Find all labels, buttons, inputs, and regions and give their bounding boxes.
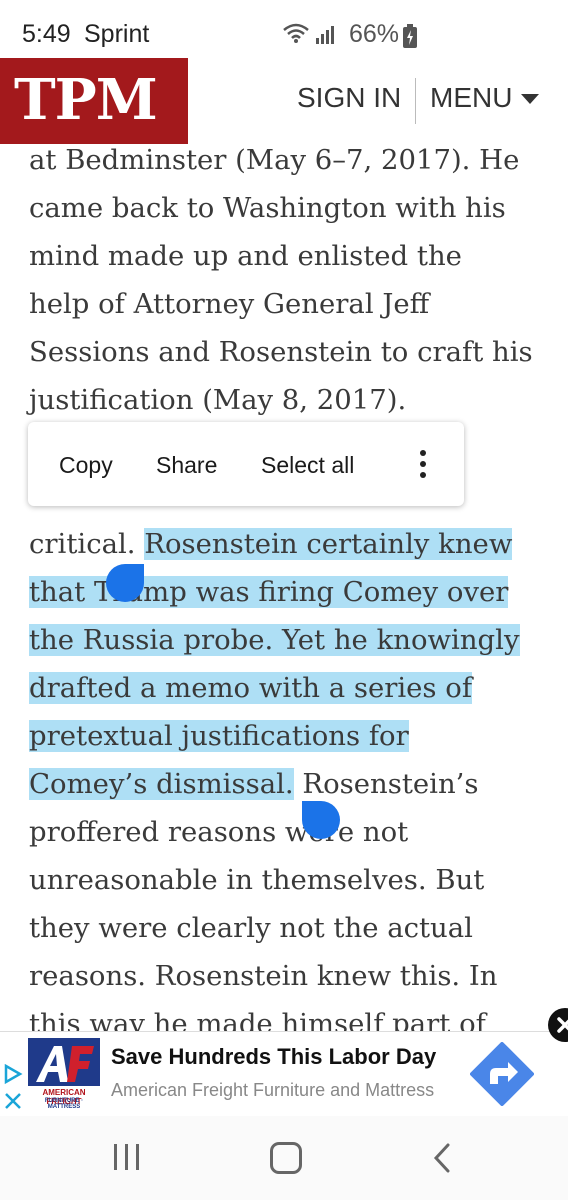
article-line: at Bedminster (May 6–7, 2017). He xyxy=(29,144,520,176)
article-line: Sessions and Rosenstein to craft his xyxy=(29,336,533,368)
arrow-cta-icon[interactable] xyxy=(470,1042,534,1106)
article-line: this way he made himself part of xyxy=(29,1008,486,1032)
screen: 5:49 Sprint 66% TPM SIGN IN MENU at Bedm… xyxy=(0,0,568,1200)
selected-text[interactable]: drafted a memo with a series of xyxy=(29,672,473,704)
selection-start-handle[interactable] xyxy=(106,564,144,602)
share-button[interactable]: Share xyxy=(156,452,217,479)
selected-text[interactable]: pretextual justifications for xyxy=(29,720,409,752)
selected-text[interactable]: that Trump was firing Comey over xyxy=(29,576,509,608)
article-line: drafted a memo with a series of xyxy=(29,664,473,712)
article-line: the Russia probe. Yet he knowingly xyxy=(29,616,520,664)
article-line: mind made up and enlisted the xyxy=(29,240,462,272)
battery-charging-icon xyxy=(403,24,417,48)
status-time: 5:49 xyxy=(22,20,71,48)
more-vertical-icon[interactable] xyxy=(418,450,428,480)
ad-banner[interactable]: AMERICAN FREIGHT FURNITURE · MATTRESS Sa… xyxy=(0,1031,568,1117)
text-selection-menu: Copy Share Select all xyxy=(28,422,464,506)
selection-end-handle[interactable] xyxy=(302,801,340,839)
article-line: unreasonable in themselves. But xyxy=(29,864,485,896)
status-bar: 5:49 Sprint 66% xyxy=(0,0,568,62)
selected-text[interactable]: Rosenstein certainly knew xyxy=(144,528,513,560)
article-line: critical. Rosenstein certainly knew xyxy=(29,520,513,568)
article-line: that Trump was firing Comey over xyxy=(29,568,509,616)
status-carrier: Sprint xyxy=(84,20,150,48)
signal-icon xyxy=(316,26,334,44)
copy-button[interactable]: Copy xyxy=(59,452,113,479)
ad-advertiser[interactable]: American Freight Furniture and Mattress xyxy=(111,1080,434,1101)
navigation-bar xyxy=(0,1116,568,1200)
back-icon[interactable] xyxy=(432,1142,454,1174)
article-line: reasons. Rosenstein knew this. In xyxy=(29,960,498,992)
site-header: TPM SIGN IN MENU xyxy=(0,58,568,144)
recent-apps-icon[interactable] xyxy=(112,1144,142,1170)
caret-down-icon[interactable] xyxy=(521,94,539,104)
article-body: at Bedminster (May 6–7, 2017). He came b… xyxy=(0,136,568,1032)
wifi-icon xyxy=(283,23,309,43)
article-line: justification (May 8, 2017). xyxy=(29,384,407,416)
article-text: critical. xyxy=(29,528,136,560)
select-all-button[interactable]: Select all xyxy=(261,452,354,479)
article-text: Rosenstein’s xyxy=(302,768,479,800)
article-line: came back to Washington with his xyxy=(29,192,506,224)
header-divider xyxy=(415,78,416,124)
ad-headline[interactable]: Save Hundreds This Labor Day xyxy=(111,1044,436,1070)
close-ad-icon[interactable] xyxy=(548,1008,568,1042)
adchoices-icon[interactable] xyxy=(2,1064,24,1114)
sign-in-link[interactable]: SIGN IN xyxy=(297,82,401,114)
article-line: they were clearly not the actual xyxy=(29,912,473,944)
menu-button[interactable]: MENU xyxy=(430,82,512,114)
article-line: Comey’s dismissal. Rosenstein’s xyxy=(29,760,479,808)
article-line: help of Attorney General Jeff xyxy=(29,288,430,320)
logo-text: TPM xyxy=(14,67,158,133)
selected-text[interactable]: the Russia probe. Yet he knowingly xyxy=(29,624,520,656)
tpm-logo[interactable]: TPM xyxy=(0,58,188,144)
home-icon[interactable] xyxy=(270,1142,302,1174)
article-line: proffered reasons were not xyxy=(29,816,409,848)
article-line: pretextual justifications for xyxy=(29,712,409,760)
ad-logo-subtext: FURNITURE · MATTRESS xyxy=(44,1098,84,1110)
battery-percent: 66% xyxy=(349,20,400,48)
selected-text[interactable]: Comey’s dismissal. xyxy=(29,768,294,800)
